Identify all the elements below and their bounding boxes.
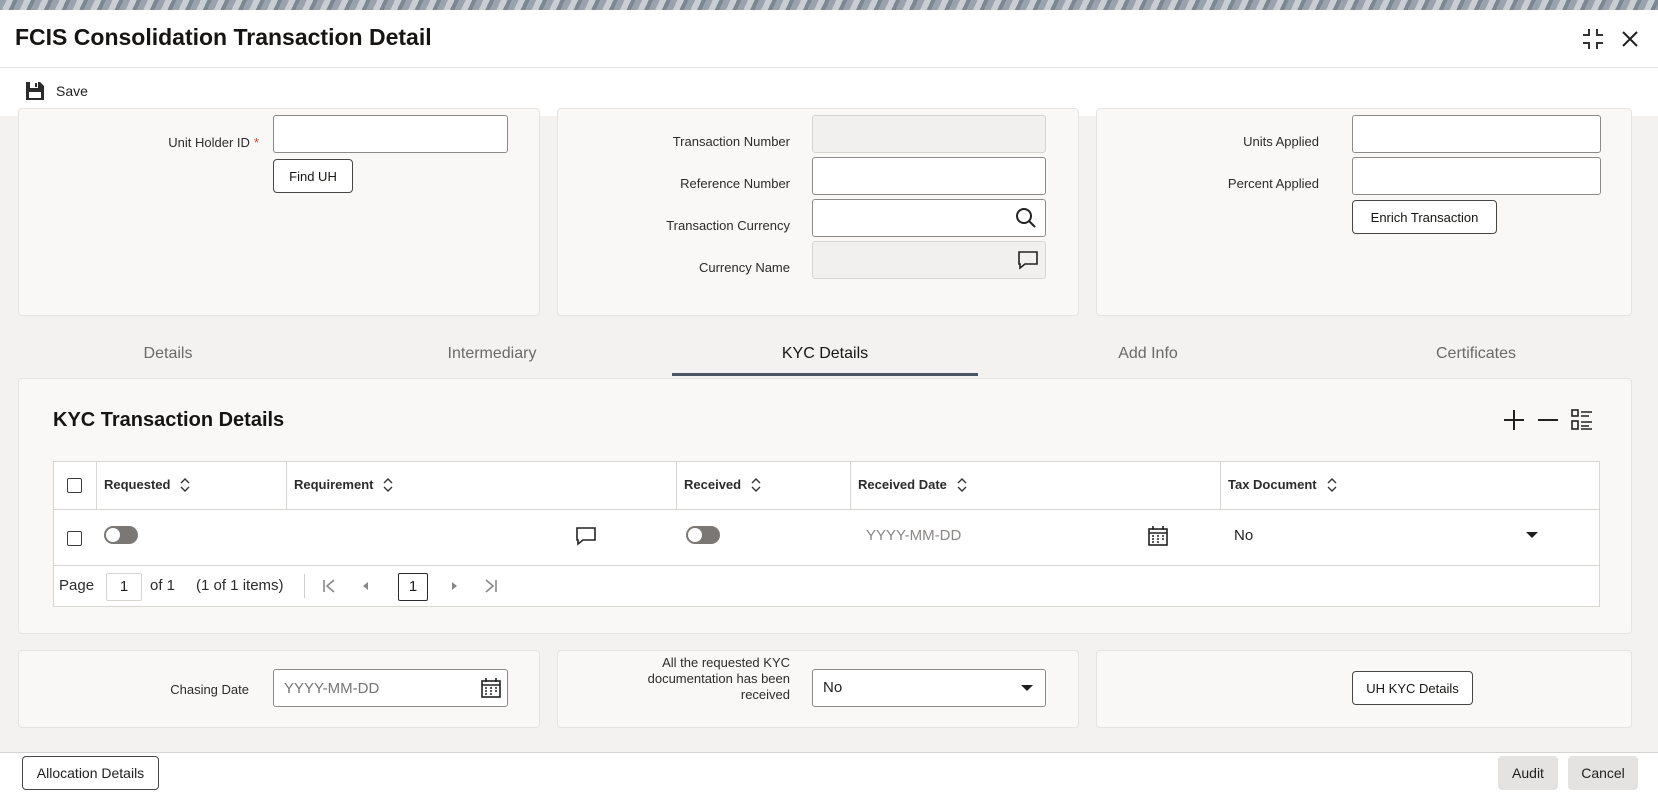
chasing-date-label: Chasing Date [170,682,249,697]
tab-details[interactable]: Details [18,336,318,376]
tab-bar: Details Intermediary KYC Details Add Inf… [18,336,1632,376]
documentation-received-value: No [823,679,843,696]
first-page-icon[interactable] [320,577,338,595]
column-header-label: Received Date [858,477,947,492]
tab-add-info[interactable]: Add Info [998,336,1298,376]
chasing-date-panel: Chasing Date [18,650,540,728]
transaction-number-input [812,115,1046,153]
select-all-checkbox[interactable] [67,478,82,493]
sort-icon[interactable] [957,477,967,492]
chasing-date-input[interactable] [273,669,508,707]
unit-holder-input[interactable] [273,115,508,153]
percent-applied-label: Percent Applied [1227,176,1319,191]
chevron-down-icon [1021,685,1033,691]
next-page-icon[interactable] [446,577,464,595]
save-icon [26,82,44,100]
kyc-section-title: KYC Transaction Details [53,409,285,431]
units-panel: Units Applied Percent Applied Enrich Tra… [1096,108,1632,316]
column-header-received[interactable]: Received [684,477,761,492]
column-header-requirement[interactable]: Requirement [294,477,393,492]
column-header-label: Requirement [294,477,374,492]
transaction-currency-input[interactable] [812,199,1046,237]
find-uh-button[interactable]: Find UH [273,159,353,193]
calendar-icon[interactable] [479,676,503,700]
delete-row-icon[interactable] [1535,407,1561,433]
uh-kyc-panel: UH KYC Details [1096,650,1632,728]
page-label: Page [59,577,95,594]
comment-icon[interactable] [574,524,598,548]
tax-document-select[interactable]: No [1234,527,1253,544]
footer-bar: Allocation Details Audit Cancel [0,752,1658,792]
column-header-label: Tax Document [1228,477,1317,492]
top-banner-strip [0,0,1658,10]
allocation-details-button[interactable]: Allocation Details [22,756,159,790]
search-icon[interactable] [1014,206,1038,230]
cancel-button[interactable]: Cancel [1568,756,1638,790]
currency-name-label: Currency Name [698,260,790,275]
calendar-icon[interactable] [1146,524,1170,548]
row-select-checkbox[interactable] [67,531,82,546]
sort-icon[interactable] [383,477,393,492]
enrich-transaction-button[interactable]: Enrich Transaction [1352,200,1497,234]
documentation-received-label: All the requested KYC documentation has … [647,655,790,702]
audit-button[interactable]: Audit [1498,756,1558,790]
close-icon[interactable] [1617,26,1643,52]
transaction-number-label: Transaction Number [672,134,790,149]
documentation-received-panel: All the requested KYC documentation has … [557,650,1079,728]
single-record-view-icon[interactable] [1569,407,1595,433]
sort-icon[interactable] [751,477,761,492]
grid-pagination: Page 1 of 1 (1 of 1 items) 1 [54,566,1599,606]
requested-toggle[interactable] [104,526,138,544]
units-applied-input[interactable] [1352,115,1601,153]
column-header-requested[interactable]: Requested [104,477,190,492]
kyc-grid: Requested Requirement Received Received … [53,461,1600,607]
received-toggle[interactable] [686,526,720,544]
chevron-down-icon[interactable] [1526,532,1538,538]
kyc-panel: KYC Transaction Details Requested Requir… [18,378,1632,634]
window-title: FCIS Consolidation Transaction Detail [15,24,432,50]
save-button[interactable]: Save [24,77,88,105]
pagination-divider [304,574,305,598]
tab-certificates[interactable]: Certificates [1326,336,1626,376]
unit-holder-label: Unit Holder ID * [119,135,259,150]
tab-kyc-details[interactable]: KYC Details [672,336,978,376]
required-marker: * [253,135,259,150]
sort-icon[interactable] [180,477,190,492]
items-count-label: (1 of 1 items) [196,577,284,594]
table-row: YYYY-MM-DD No [54,510,1599,566]
documentation-received-select[interactable]: No [812,669,1046,707]
add-row-icon[interactable] [1501,407,1527,433]
column-header-received-date[interactable]: Received Date [858,477,967,492]
maximize-icon[interactable] [1580,26,1606,52]
page-number-input[interactable]: 1 [106,573,142,601]
previous-page-icon[interactable] [356,577,374,595]
sort-icon[interactable] [1327,477,1337,492]
reference-number-label: Reference Number [680,176,790,191]
transaction-detail-window: FCIS Consolidation Transaction Detail Sa… [0,10,1658,792]
transaction-currency-label: Transaction Currency [666,218,790,233]
units-applied-label: Units Applied [1243,134,1319,149]
tab-intermediary[interactable]: Intermediary [342,336,642,376]
currency-name-input [812,241,1046,279]
column-header-label: Received [684,477,742,492]
title-bar: FCIS Consolidation Transaction Detail [0,10,1658,68]
uh-kyc-details-button[interactable]: UH KYC Details [1352,671,1473,705]
unit-holder-label-text: Unit Holder ID [168,135,250,150]
last-page-icon[interactable] [482,577,500,595]
comment-icon[interactable] [1016,248,1040,272]
save-label: Save [56,83,88,99]
transaction-panel: Transaction Number Reference Number Tran… [557,108,1079,316]
reference-number-input[interactable] [812,157,1046,195]
received-date-input[interactable]: YYYY-MM-DD [866,527,961,544]
column-header-label: Requested [104,477,171,492]
column-header-tax-document[interactable]: Tax Document [1228,477,1337,492]
page-of-label: of 1 [150,577,176,594]
percent-applied-input[interactable] [1352,157,1601,195]
content-area: Unit Holder ID * Find UH Transaction Numb… [0,108,1658,752]
unit-holder-panel: Unit Holder ID * Find UH [18,108,540,316]
current-page-button[interactable]: 1 [398,573,428,601]
